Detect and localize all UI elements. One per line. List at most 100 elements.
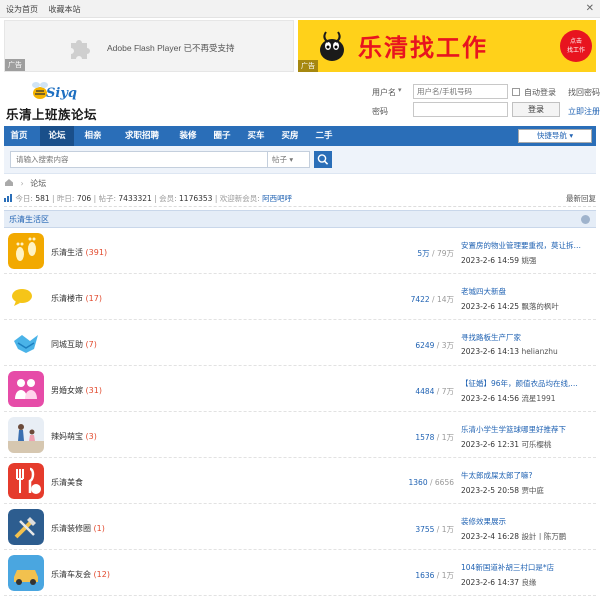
forum-row[interactable]: 同城互助 (7) 6249 / 3万 寻找路板生产厂家 2023-2-6 14:… (4, 321, 596, 366)
forum-row[interactable]: 乐清楼市 (17) 7422 / 14万 老城四大新盘 2023-2-6 14:… (4, 275, 596, 320)
forum-name[interactable]: 乐清车友会 (12) (51, 569, 110, 580)
last-post-time: 2023-2-4 16:28 (461, 532, 520, 541)
last-post-title[interactable]: 寻找路板生产厂家 (461, 332, 591, 343)
forum-name[interactable]: 乐清生活 (391) (51, 247, 107, 258)
nav-item-dating[interactable]: 相亲 (76, 126, 110, 146)
post-count: 3万 (441, 341, 454, 350)
forum-name[interactable]: 男婚女嫁 (31) (51, 385, 102, 396)
top-bar: 设为首页 收藏本站 ✕ (0, 0, 600, 18)
job-ad-banner[interactable]: 乐清找工作 点击 找工作 广告 (298, 20, 596, 72)
password-input[interactable] (413, 102, 508, 117)
new-member-link[interactable]: 阿西吧呼 (262, 194, 292, 203)
nav-item-jobs[interactable]: 求职招聘 (114, 126, 170, 146)
plugin-puzzle-icon (71, 40, 90, 59)
register-link[interactable]: 立即注册 (568, 106, 600, 117)
last-post-user[interactable]: 飘落的枫叶 (521, 302, 559, 311)
set-home-link[interactable]: 设为首页 (6, 5, 38, 14)
quick-nav-button[interactable]: 快捷导航 ▾ (518, 129, 592, 143)
thread-count: 1636 (415, 571, 435, 580)
nav-item-circles[interactable]: 圈子 (206, 126, 238, 146)
last-post-title[interactable]: 装修效果展示 (461, 516, 591, 527)
site-logo[interactable]: Siyq 乐清上班族论坛 (6, 80, 106, 122)
auto-login-checkbox[interactable] (512, 88, 520, 96)
latest-replies-link[interactable]: 最新回复 (566, 193, 596, 204)
forum-row[interactable]: 乐清美食 1360 / 6656 牛太郎成屎太郎了嘛? 2023-2-5 20:… (4, 459, 596, 504)
search-type-label: 帖子 (272, 155, 287, 164)
nav-item-secondhand[interactable]: 二手 (308, 126, 340, 146)
thread-count: 5万 (417, 249, 430, 258)
count-sep: / (429, 249, 437, 258)
stats-sep: | (212, 194, 220, 203)
forum-name[interactable]: 乐清美食 (51, 477, 83, 488)
last-post-user[interactable]: 可乐樱桃 (521, 440, 551, 449)
forum-name[interactable]: 乐清楼市 (17) (51, 293, 102, 304)
last-post-user[interactable]: helianzhu (521, 347, 557, 356)
posts-label: 帖子: (98, 194, 117, 203)
nav-item-buy-car[interactable]: 买车 (240, 126, 272, 146)
last-post: 装修效果展示 2023-2-4 16:28 設計丨陈万鹏 (461, 516, 591, 542)
last-post-time: 2023-2-6 14:56 (461, 394, 520, 403)
last-post-user[interactable]: 贾中庭 (521, 486, 544, 495)
last-post-meta: 2023-2-5 20:58 贾中庭 (461, 485, 591, 496)
breadcrumb-separator: › (20, 179, 24, 188)
forum-row[interactable]: 乐清生活 (391) 5万 / 79万 安置房的物业管理要重视，莫让拆… 202… (4, 229, 596, 274)
bookmark-link[interactable]: 收藏本站 (49, 5, 81, 14)
nav-item-forum[interactable]: 论坛 (40, 126, 74, 146)
nav-item-home[interactable]: 首页 (4, 126, 34, 146)
last-post-user[interactable]: 設計丨陈万鹏 (521, 532, 566, 541)
yesterday-label: 昨日: (56, 194, 75, 203)
username-input[interactable] (413, 84, 508, 99)
stats-sep: | (49, 194, 57, 203)
last-post-user[interactable]: 姚强 (521, 256, 536, 265)
ad-tag: 广告 (5, 59, 25, 71)
nav-item-buy-house[interactable]: 买房 (274, 126, 306, 146)
forgot-password-link[interactable]: 找回密码 (568, 87, 600, 98)
count-sep: / (429, 295, 437, 304)
last-post-title[interactable]: 【征婚】96年，颜值衣品均在线,… (461, 378, 591, 389)
post-count: 1万 (441, 433, 454, 442)
quick-nav-label: 快捷导航 (536, 131, 567, 140)
mother-icon (8, 417, 44, 453)
collapse-icon[interactable] (581, 215, 590, 224)
forum-row[interactable]: 男婚女嫁 (31) 4484 / 7万 【征婚】96年，颜值衣品均在线,… 20… (4, 367, 596, 412)
home-icon[interactable] (4, 178, 14, 187)
search-input[interactable] (10, 151, 268, 168)
post-count: 1万 (441, 525, 454, 534)
forum-name[interactable]: 同城互助 (7) (51, 339, 97, 350)
forum-name[interactable]: 辣妈萌宝 (3) (51, 431, 97, 442)
forum-row[interactable]: 辣妈萌宝 (3) 1578 / 1万 乐清小学生学篮球哪里好推荐下 2023-2… (4, 413, 596, 458)
forum-name-text: 辣妈萌宝 (51, 432, 83, 441)
last-post-user[interactable]: 流星1991 (521, 394, 555, 403)
flash-ad-banner[interactable]: Adobe Flash Player 已不再受支持 广告 (4, 20, 294, 72)
last-post-title[interactable]: 老城四大新盘 (461, 286, 591, 297)
forum-name-text: 乐清装修圈 (51, 524, 91, 533)
last-post-title[interactable]: 104新国道补胡三村口是*店 (461, 562, 591, 573)
search-type-select[interactable]: 帖子 ▾ (268, 151, 310, 168)
forum-stats: 今日: 581 | 昨日: 706 | 帖子: 7433321 | 会员: 11… (4, 193, 596, 207)
stats-chart-icon (4, 194, 12, 202)
count-sep: / (434, 387, 442, 396)
chevron-down-icon: ▾ (569, 131, 574, 140)
welcome-label: 欢迎新会员: (219, 194, 260, 203)
forum-row[interactable]: 乐清车友会 (12) 1636 / 1万 104新国道补胡三村口是*店 2023… (4, 551, 596, 596)
close-icon[interactable]: ✕ (586, 3, 594, 14)
chevron-down-icon[interactable]: ▾ (398, 86, 402, 94)
last-post-user[interactable]: 良缘 (521, 578, 536, 587)
yesterday-count: 706 (76, 194, 92, 203)
last-post-title[interactable]: 安置房的物业管理要重视，莫让拆… (461, 240, 591, 251)
section-title[interactable]: 乐清生活区 (9, 214, 49, 225)
forum-counts: 1360 / 6656 (334, 478, 454, 487)
login-button[interactable]: 登录 (512, 102, 560, 117)
count-sep: / (434, 525, 442, 534)
breadcrumb-current[interactable]: 论坛 (30, 179, 46, 188)
last-post-title[interactable]: 乐清小学生学篮球哪里好推荐下 (461, 424, 591, 435)
nav-item-decor[interactable]: 装修 (172, 126, 204, 146)
forum-name-text: 乐清车友会 (51, 570, 91, 579)
forum-name[interactable]: 乐清装修圈 (1) (51, 523, 105, 534)
members-count: 1176353 (179, 194, 213, 203)
footprint-icon (8, 233, 44, 269)
handshake-icon (14, 335, 38, 353)
forum-row[interactable]: 乐清装修圈 (1) 3755 / 1万 装修效果展示 2023-2-4 16:2… (4, 505, 596, 550)
last-post-title[interactable]: 牛太郎成屎太郎了嘛? (461, 470, 591, 481)
search-button[interactable] (314, 151, 332, 168)
